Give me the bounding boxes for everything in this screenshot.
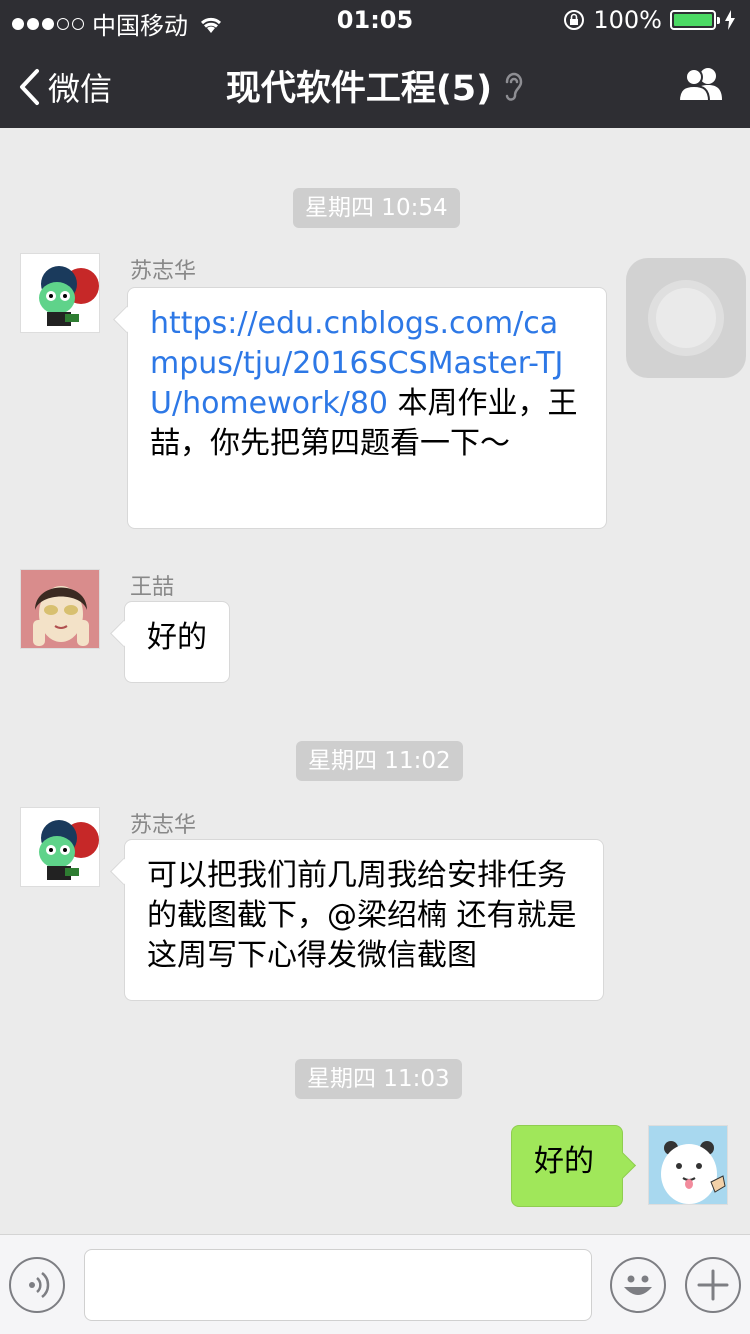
emoji-button[interactable] bbox=[610, 1257, 666, 1313]
message-input[interactable] bbox=[84, 1249, 592, 1321]
time-separator: 星期四 11:03 bbox=[295, 1059, 462, 1099]
more-button[interactable] bbox=[685, 1257, 741, 1313]
avatar[interactable] bbox=[20, 253, 100, 333]
message-text: 好的 bbox=[147, 620, 207, 655]
avatar-image-icon bbox=[21, 254, 99, 332]
rotation-lock-icon bbox=[564, 10, 585, 30]
message-text: 可以把我们前几周我给安排任务的截图截下，@梁绍楠 还有就是这周写下心得发微信截图 bbox=[147, 858, 577, 973]
avatar-image-icon bbox=[21, 570, 99, 648]
voice-icon bbox=[29, 1272, 50, 1298]
group-members-icon[interactable] bbox=[678, 66, 724, 102]
chat-area[interactable]: 星期四 10:54 苏志华 https://edu.cnblogs.com/ca… bbox=[0, 128, 750, 1234]
header: 中国移动 01:05 100% 微信 现代软件工程(5) bbox=[0, 0, 750, 128]
plus-icon bbox=[697, 1269, 729, 1301]
status-bar: 中国移动 01:05 100% bbox=[0, 0, 750, 40]
charging-icon bbox=[725, 10, 735, 30]
avatar[interactable] bbox=[20, 569, 100, 649]
time-separator: 星期四 11:02 bbox=[296, 741, 463, 781]
emoji-icon bbox=[624, 1275, 652, 1295]
battery-percent: 100% bbox=[593, 6, 662, 34]
battery-icon bbox=[670, 10, 720, 30]
message-bubble[interactable]: 好的 bbox=[124, 601, 230, 683]
input-bar bbox=[0, 1234, 750, 1334]
message-text: 好的 bbox=[534, 1144, 594, 1179]
nav-bar: 微信 现代软件工程(5) bbox=[0, 40, 750, 128]
avatar-image-icon bbox=[21, 808, 99, 886]
avatar-image-icon bbox=[649, 1126, 727, 1204]
sender-name: 苏志华 bbox=[130, 813, 197, 838]
assistive-touch-button[interactable] bbox=[626, 258, 746, 378]
my-avatar[interactable] bbox=[648, 1125, 728, 1205]
my-message-bubble[interactable]: 好的 bbox=[511, 1125, 623, 1207]
ear-icon bbox=[505, 72, 523, 101]
time-separator: 星期四 10:54 bbox=[293, 188, 460, 228]
sender-name: 王喆 bbox=[130, 575, 175, 600]
status-right: 100% bbox=[563, 6, 736, 34]
voice-button[interactable] bbox=[9, 1257, 65, 1313]
chat-title: 现代软件工程(5) bbox=[225, 69, 493, 109]
title-wrap: 现代软件工程(5) bbox=[0, 60, 750, 111]
message-bubble[interactable]: https://edu.cnblogs.com/campus/tju/2016S… bbox=[127, 287, 607, 529]
message-bubble[interactable]: 可以把我们前几周我给安排任务的截图截下，@梁绍楠 还有就是这周写下心得发微信截图 bbox=[124, 839, 604, 1001]
avatar[interactable] bbox=[20, 807, 100, 887]
sender-name: 苏志华 bbox=[130, 259, 197, 284]
